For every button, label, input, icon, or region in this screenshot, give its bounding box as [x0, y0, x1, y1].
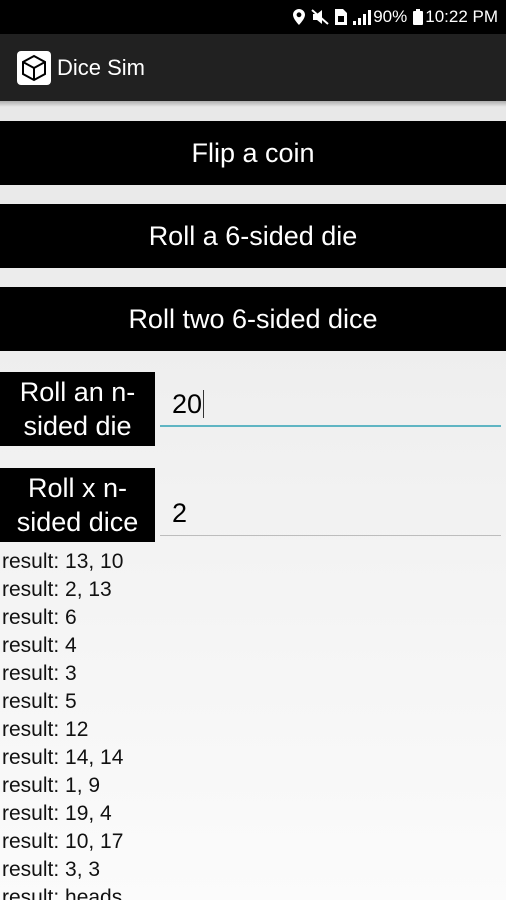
n-sides-input[interactable]: 20 — [160, 383, 501, 427]
result-line: result: 1, 9 — [2, 774, 101, 797]
n-sides-value: 20 — [172, 388, 203, 419]
result-line: result: 4 — [2, 634, 77, 657]
sim-icon — [335, 9, 348, 25]
mute-icon — [311, 9, 329, 25]
dice-count-value: 2 — [172, 498, 188, 528]
result-line: result: 5 — [2, 690, 77, 713]
result-line: result: 6 — [2, 606, 77, 629]
roll-x-n-sided-label-line1: Roll x n- — [27, 473, 128, 503]
main-content: Flip a coin Roll a 6-sided die Roll two … — [0, 101, 506, 900]
result-line: result: 12 — [2, 718, 89, 741]
result-line: result: 2, 13 — [2, 578, 112, 601]
result-line: result: 3, 3 — [2, 858, 101, 881]
roll-n-sided-label-line2: sided die — [23, 411, 132, 441]
toolbar-shadow — [0, 101, 506, 107]
roll-n-sided-label-line1: Roll an n- — [19, 377, 136, 407]
dice-count-input[interactable]: 2 — [160, 492, 501, 536]
result-line: result: 19, 4 — [2, 802, 112, 825]
result-line: result: heads — [2, 886, 123, 900]
result-line: result: 14, 14 — [2, 746, 124, 769]
result-line: result: 10, 17 — [2, 830, 124, 853]
roll-one-die-button[interactable]: Roll a 6-sided die — [0, 204, 506, 268]
status-bar: 90% 10:22 PM — [0, 0, 506, 34]
flip-coin-button[interactable]: Flip a coin — [0, 121, 506, 185]
results-list: result: 13, 10 result: 2, 13 result: 6 r… — [0, 548, 506, 900]
signal-icon — [353, 9, 372, 25]
result-line: result: 3 — [2, 662, 77, 685]
battery-percent: 90% — [373, 7, 408, 26]
location-icon — [293, 9, 306, 25]
app-title: Dice Sim — [57, 54, 146, 80]
battery-icon — [413, 9, 424, 25]
roll-x-n-sided-button[interactable]: Roll x n- sided dice — [0, 468, 155, 542]
clock: 10:22 PM — [425, 7, 498, 26]
result-line: result: 13, 10 — [2, 550, 124, 573]
text-cursor — [203, 390, 205, 418]
action-bar: Dice Sim — [0, 34, 506, 101]
dice-icon — [17, 50, 51, 85]
roll-x-n-sided-label-line2: sided dice — [16, 507, 139, 537]
roll-two-dice-button[interactable]: Roll two 6-sided dice — [0, 287, 506, 351]
roll-n-sided-button[interactable]: Roll an n- sided die — [0, 372, 155, 446]
